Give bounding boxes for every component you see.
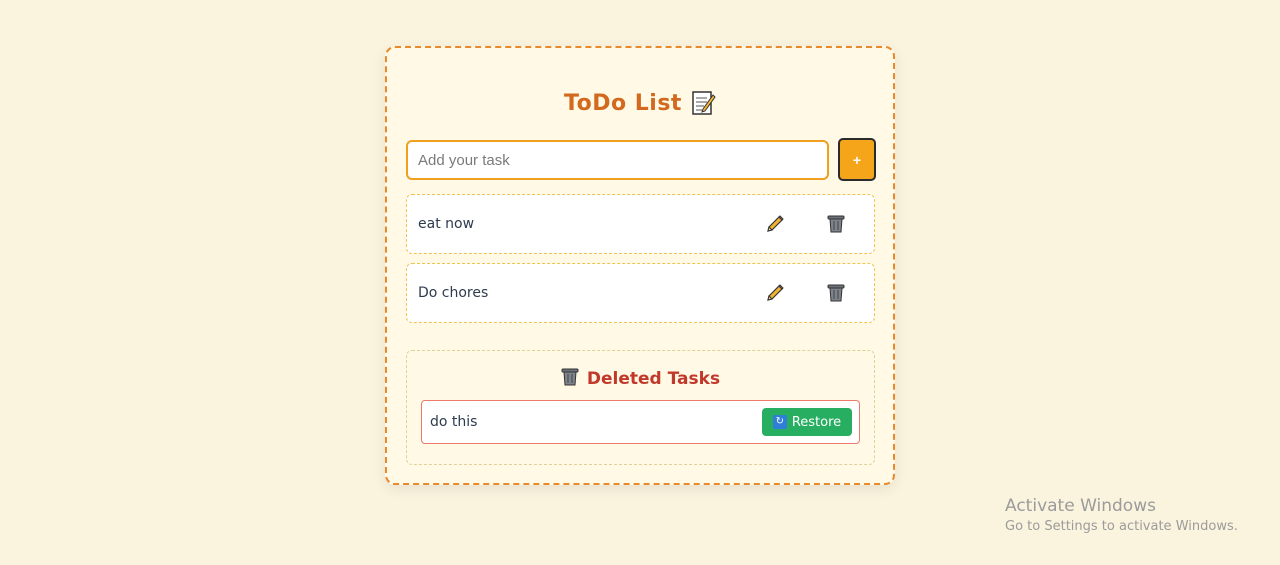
title-row: ToDo List (387, 90, 893, 116)
app-title: ToDo List (564, 90, 682, 116)
memo-icon (692, 90, 716, 116)
deleted-title-row: Deleted Tasks (407, 367, 874, 391)
restore-button[interactable]: ↻ Restore (762, 408, 852, 436)
deleted-task-item: do this ↻ Restore (421, 400, 860, 444)
deleted-task-text: do this (430, 414, 478, 430)
add-task-button[interactable]: + (838, 138, 876, 181)
trash-icon[interactable] (823, 211, 849, 237)
task-item: Do chores (406, 263, 875, 323)
activate-windows-watermark: Activate Windows Go to Settings to activ… (1005, 496, 1238, 534)
trash-icon[interactable] (823, 280, 849, 306)
task-input[interactable] (406, 140, 829, 180)
deleted-tasks-section: Deleted Tasks do this ↻ Restore (406, 350, 875, 465)
watermark-title: Activate Windows (1005, 496, 1156, 516)
deleted-tasks-title: Deleted Tasks (586, 369, 721, 389)
task-text: Do chores (418, 285, 489, 301)
pencil-icon[interactable] (762, 280, 788, 306)
watermark-subtitle: Go to Settings to activate Windows. (1005, 519, 1238, 534)
todo-card: ToDo List + eat now (385, 46, 895, 485)
task-item: eat now (406, 194, 875, 254)
pencil-icon[interactable] (762, 211, 788, 237)
trash-icon (561, 367, 579, 391)
task-text: eat now (418, 216, 475, 232)
restore-label: Restore (791, 414, 842, 430)
refresh-icon: ↻ (772, 415, 787, 429)
